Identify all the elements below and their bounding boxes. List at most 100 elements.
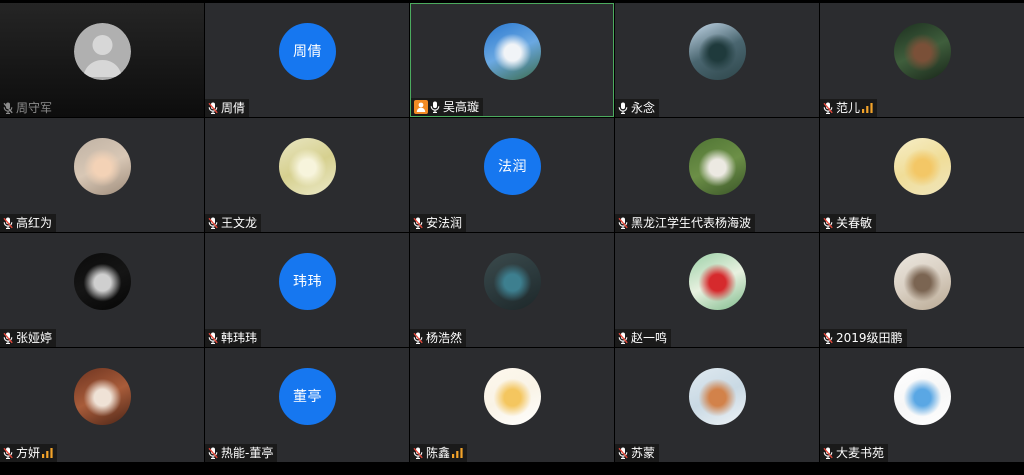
participant-name-label: 关春敏 [820,214,877,232]
video-gallery: 周守军 周倩 周倩 吴高璇 永念 范儿 高红为 王文龙 法润 安法润 黑龙江学生代表杨海波 关春敏 张娅… [0,3,1024,462]
participant-name-label: 大麦书苑 [820,444,889,462]
mic-muted-icon [208,217,218,229]
mic-muted-icon [3,217,13,229]
mic-muted-icon [208,447,218,459]
avatar-initials: 董亭 [293,388,322,405]
avatar-initials: 玮玮 [293,273,322,290]
mic-muted-icon [823,102,833,114]
participant-name-label: 黑龙江学生代表杨海波 [615,214,756,232]
participant-name-label: 苏蒙 [615,444,660,462]
mic-muted-icon [413,447,423,459]
avatar-initials: 法润 [498,158,527,175]
text-avatar: 周倩 [279,23,336,80]
text-avatar: 董亭 [279,368,336,425]
participant-name: 关春敏 [836,216,873,230]
photo-avatar [484,368,541,425]
participant-name-label: 韩玮玮 [205,329,262,347]
participant-name: 周倩 [221,101,246,115]
participant-name: 大麦书苑 [836,446,885,460]
default-user-icon [74,23,131,80]
participant-name-label: 2019级田鹏 [820,329,907,347]
mic-muted-icon [3,102,13,114]
participant-tile[interactable]: 周倩 周倩 [205,3,409,117]
mic-muted-icon [618,332,628,344]
mic-muted-icon [823,217,833,229]
mic-muted-icon [618,217,628,229]
avatar-initials: 周倩 [293,43,322,60]
participant-tile[interactable]: 高红为 [0,118,204,232]
participant-tile[interactable]: 赵一鸣 [615,233,819,347]
participant-tile[interactable]: 王文龙 [205,118,409,232]
photo-avatar [74,253,131,310]
text-avatar: 法润 [484,138,541,195]
mic-muted-icon [208,332,218,344]
photo-avatar [689,368,746,425]
photo-avatar [894,368,951,425]
participant-name-label: 杨浩然 [410,329,467,347]
participant-name-label: 范儿 [820,99,878,117]
mic-muted-icon [618,447,628,459]
photo-avatar [484,23,541,80]
participant-tile[interactable]: 周守军 [0,3,204,117]
mic-muted-icon [3,332,13,344]
participant-name: 周守军 [16,101,53,115]
participant-tile[interactable]: 2019级田鹏 [820,233,1024,347]
participant-name: 热能-董亭 [221,446,274,460]
photo-avatar [894,23,951,80]
participant-name: 方妍 [16,446,41,460]
participant-name: 安法润 [426,216,463,230]
participant-tile[interactable]: 杨浩然 [410,233,614,347]
photo-avatar [484,253,541,310]
participant-tile[interactable]: 永念 [615,3,819,117]
participant-name: 黑龙江学生代表杨海波 [631,216,752,230]
participant-name-label: 高红为 [0,214,57,232]
photo-avatar [689,253,746,310]
participant-tile[interactable]: 黑龙江学生代表杨海波 [615,118,819,232]
participant-tile[interactable]: 陈鑫 [410,348,614,462]
participant-tile[interactable]: 苏蒙 [615,348,819,462]
participant-name-label: 吴高璇 [411,98,484,116]
participant-tile[interactable]: 吴高璇 [410,3,614,117]
participant-name-label: 周倩 [205,99,250,117]
participant-name: 张娅婷 [16,331,53,345]
participant-tile[interactable]: 方妍 [0,348,204,462]
mic-muted-icon [823,332,833,344]
participant-tile[interactable]: 董亭热能-董亭 [205,348,409,462]
participant-name: 苏蒙 [631,446,656,460]
participant-name-label: 热能-董亭 [205,444,278,462]
participant-tile[interactable]: 范儿 [820,3,1024,117]
mic-on-icon [430,101,440,113]
photo-avatar [894,138,951,195]
mic-muted-icon [3,447,13,459]
photo-avatar [74,138,131,195]
participant-name-label: 永念 [615,99,660,117]
participant-tile[interactable]: 张娅婷 [0,233,204,347]
photo-avatar [279,138,336,195]
participant-name: 王文龙 [221,216,258,230]
host-icon [414,100,428,114]
mic-muted-icon [413,332,423,344]
participant-name: 杨浩然 [426,331,463,345]
participant-name-label: 安法润 [410,214,467,232]
photo-avatar [74,368,131,425]
network-signal-icon [452,448,463,458]
network-signal-icon [862,103,873,113]
participant-name-label: 陈鑫 [410,444,468,462]
participant-name: 高红为 [16,216,53,230]
participant-name: 韩玮玮 [221,331,258,345]
participant-name-label: 周守军 [0,99,56,117]
participant-name: 范儿 [836,101,861,115]
mic-muted-icon [413,217,423,229]
participant-tile[interactable]: 关春敏 [820,118,1024,232]
participant-tile[interactable]: 大麦书苑 [820,348,1024,462]
participant-name-label: 张娅婷 [0,329,57,347]
text-avatar: 玮玮 [279,253,336,310]
photo-avatar [689,23,746,80]
photo-avatar [689,138,746,195]
participant-tile[interactable]: 玮玮韩玮玮 [205,233,409,347]
participant-name: 永念 [631,101,656,115]
mic-on-icon [618,102,628,114]
participant-name: 吴高璇 [443,100,480,114]
participant-tile[interactable]: 法润安法润 [410,118,614,232]
mic-muted-icon [823,447,833,459]
